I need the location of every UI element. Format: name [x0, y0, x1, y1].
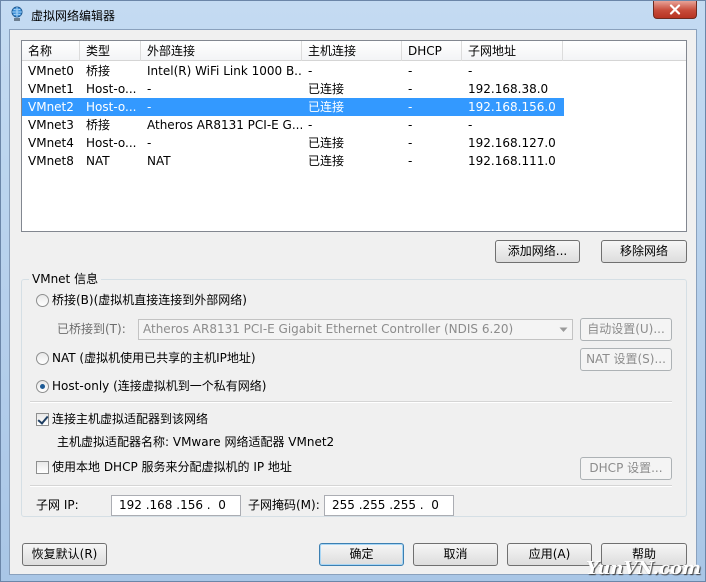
- cell-subnet: 192.168.156.0: [468, 100, 556, 114]
- cell-type: Host-o...: [86, 82, 137, 96]
- nat-radio[interactable]: [36, 352, 49, 365]
- cell-subnet: -: [468, 64, 473, 78]
- cell-host: 已连接: [308, 154, 345, 168]
- cell-name: VMnet3: [28, 118, 74, 132]
- close-button[interactable]: [653, 1, 697, 19]
- cell-subnet: 192.168.127.0: [468, 136, 556, 150]
- cell-type: Host-o...: [86, 100, 137, 114]
- cell-external: -: [147, 100, 152, 114]
- network-list[interactable]: 名称 类型 外部连接 主机连接 DHCP 子网地址 VMnet0 桥接 Intel(…: [21, 40, 687, 232]
- cell-dhcp: -: [408, 136, 413, 150]
- apply-button[interactable]: 应用(A): [507, 543, 592, 566]
- cell-external: -: [147, 136, 152, 150]
- subnet-mask-input[interactable]: 255 .255 .255 . 0: [324, 495, 454, 516]
- cell-host: -: [308, 118, 313, 132]
- table-row[interactable]: VMnet2 Host-o... - 已连接 -192.168.156.0: [22, 98, 564, 116]
- column-header-dhcp[interactable]: DHCP: [402, 41, 462, 61]
- restore-defaults-button[interactable]: 恢复默认(R): [22, 543, 107, 566]
- window-title: 虚拟网络编辑器: [31, 9, 116, 23]
- divider: [30, 485, 672, 487]
- subnet-ip-label: 子网 IP:: [36, 498, 79, 512]
- nat-label[interactable]: NAT (虚拟机使用已共享的主机IP地址): [52, 350, 256, 366]
- cell-subnet: 192.168.38.0: [468, 82, 549, 96]
- cell-host: 已连接: [308, 82, 345, 96]
- network-globe-icon: [11, 6, 23, 21]
- column-header-name[interactable]: 名称: [22, 41, 80, 61]
- host-only-label[interactable]: Host-only (连接虚拟机到一个私有网络): [52, 378, 266, 394]
- cell-dhcp: -: [408, 154, 413, 168]
- dhcp-checkbox[interactable]: [36, 461, 49, 474]
- dhcp-settings-button[interactable]: DHCP 设置...: [580, 457, 672, 480]
- cell-host: 已连接: [308, 100, 345, 114]
- connect-adapter-checkbox[interactable]: [36, 413, 49, 426]
- column-header-external[interactable]: 外部连接: [141, 41, 302, 61]
- dhcp-label[interactable]: 使用本地 DHCP 服务来分配虚拟机的 IP 地址: [52, 459, 292, 475]
- cell-dhcp: -: [408, 118, 413, 132]
- cell-external: Intel(R) WiFi Link 1000 B...: [147, 64, 302, 78]
- cell-host: -: [308, 64, 313, 78]
- table-row[interactable]: VMnet4 Host-o... - 已连接 -192.168.127.0: [22, 134, 564, 152]
- bridged-to-label: 已桥接到(T):: [57, 322, 126, 336]
- cell-external: NAT: [147, 154, 171, 168]
- connect-adapter-label[interactable]: 连接主机虚拟适配器到该网络: [52, 411, 208, 427]
- cell-dhcp: -: [408, 64, 413, 78]
- dialog-body: 名称 类型 外部连接 主机连接 DHCP 子网地址 VMnet0 桥接 Intel(…: [9, 29, 697, 575]
- cell-external: Atheros AR8131 PCI-E G...: [147, 118, 302, 132]
- cell-name: VMnet8: [28, 154, 74, 168]
- column-header-subnet[interactable]: 子网地址: [462, 41, 563, 61]
- cell-dhcp: -: [408, 100, 413, 114]
- subnet-ip-input[interactable]: 192 .168 .156 . 0: [111, 495, 241, 516]
- cell-external: -: [147, 82, 152, 96]
- auto-settings-button[interactable]: 自动设置(U)...: [580, 318, 672, 341]
- bridged-to-select[interactable]: Atheros AR8131 PCI-E Gigabit Ethernet Co…: [138, 319, 573, 340]
- list-header: 名称 类型 外部连接 主机连接 DHCP 子网地址: [22, 41, 686, 61]
- cell-subnet: -: [468, 118, 473, 132]
- cell-dhcp: -: [408, 82, 413, 96]
- cell-name: VMnet2: [28, 100, 74, 114]
- table-row[interactable]: VMnet0 桥接 Intel(R) WiFi Link 1000 B... - - -: [22, 62, 564, 80]
- nat-settings-button[interactable]: NAT 设置(S)...: [580, 348, 672, 371]
- vmnet-info-title: VMnet 信息: [29, 271, 102, 287]
- remove-network-button[interactable]: 移除网络: [601, 240, 687, 263]
- cell-name: VMnet1: [28, 82, 74, 96]
- cell-type: Host-o...: [86, 136, 137, 150]
- bridged-radio[interactable]: [36, 294, 49, 307]
- chevron-down-icon[interactable]: [555, 320, 572, 339]
- adapter-name-label: 主机虚拟适配器名称: VMware 网络适配器 VMnet2: [57, 435, 335, 449]
- vmnet-info-group: [21, 279, 687, 517]
- cell-name: VMnet4: [28, 136, 74, 150]
- host-only-radio[interactable]: [36, 380, 49, 393]
- watermark: YunVN.com: [585, 558, 701, 579]
- table-row[interactable]: VMnet3 桥接 Atheros AR8131 PCI-E G... - - -: [22, 116, 564, 134]
- close-icon: [669, 4, 681, 15]
- table-row[interactable]: VMnet8 NAT NAT 已连接 - 192.168.111.0: [22, 152, 564, 170]
- title-bar[interactable]: 虚拟网络编辑器: [1, 1, 705, 29]
- bridged-to-value: Atheros AR8131 PCI-E Gigabit Ethernet Co…: [143, 322, 514, 336]
- column-header-type[interactable]: 类型: [80, 41, 141, 61]
- cell-type: 桥接: [86, 118, 111, 132]
- bridged-label[interactable]: 桥接(B)(虚拟机直接连接到外部网络): [52, 292, 247, 308]
- table-row[interactable]: VMnet1 Host-o... - 已连接 -192.168.38.0: [22, 80, 564, 98]
- cell-type: NAT: [86, 154, 110, 168]
- cell-host: 已连接: [308, 136, 345, 150]
- ok-button[interactable]: 确定: [319, 543, 404, 566]
- cell-subnet: 192.168.111.0: [468, 154, 556, 168]
- divider: [30, 401, 672, 403]
- cancel-button[interactable]: 取消: [413, 543, 498, 566]
- subnet-mask-label: 子网掩码(M):: [248, 498, 320, 512]
- add-network-button[interactable]: 添加网络...: [495, 240, 580, 263]
- cell-name: VMnet0: [28, 64, 74, 78]
- column-header-host[interactable]: 主机连接: [302, 41, 402, 61]
- cell-type: 桥接: [86, 64, 111, 78]
- window: 虚拟网络编辑器 名称 类型 外部连接 主机连接 DHCP 子网地址 VMnet0…: [0, 0, 706, 582]
